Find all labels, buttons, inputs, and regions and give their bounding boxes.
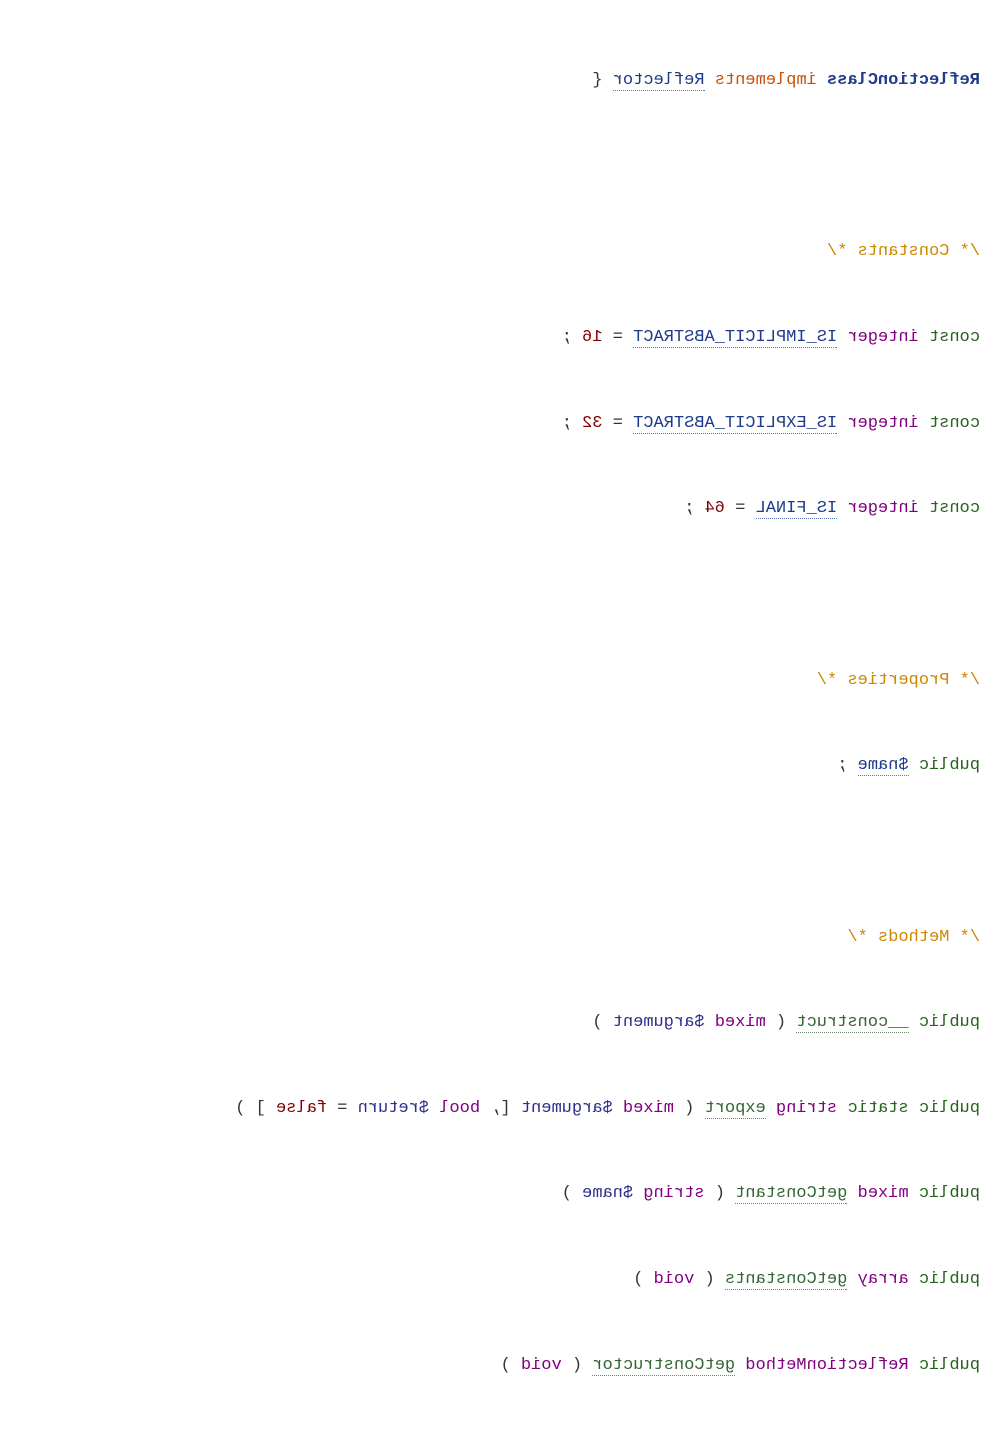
constant-line: const integer IS_FINAL = 64 ; bbox=[20, 495, 980, 524]
constant-link[interactable]: IS_IMPLICIT_ABSTRACT bbox=[633, 328, 837, 348]
methods-comment: /* Methods */ bbox=[20, 924, 980, 953]
properties-comment: /* Properties */ bbox=[20, 667, 980, 696]
interface-link[interactable]: Reflector bbox=[613, 71, 705, 91]
method-link[interactable]: getConstant bbox=[735, 1184, 847, 1204]
class-declaration-line: ReflectionClass implements Reflector { bbox=[20, 67, 980, 96]
keyword-implements: implements bbox=[715, 71, 817, 90]
method-link[interactable]: __construct bbox=[796, 1013, 908, 1033]
class-name: ReflectionClass bbox=[827, 71, 980, 90]
property-link[interactable]: $name bbox=[858, 756, 909, 776]
method-line: public static string export ( mixed $arg… bbox=[20, 1095, 980, 1124]
constant-line: const integer IS_EXPLICIT_ABSTRACT = 32 … bbox=[20, 410, 980, 439]
property-line: public $name ; bbox=[20, 752, 980, 781]
open-brace: { bbox=[592, 71, 602, 90]
constants-comment: /* Constants */ bbox=[20, 238, 980, 267]
method-link[interactable]: getConstants bbox=[725, 1270, 847, 1290]
constant-line: const integer IS_IMPLICIT_ABSTRACT = 16 … bbox=[20, 324, 980, 353]
method-link[interactable]: export bbox=[705, 1099, 766, 1119]
constant-link[interactable]: IS_FINAL bbox=[756, 499, 838, 519]
method-line: public ReflectionMethod getConstructor (… bbox=[20, 1352, 980, 1381]
method-line: public array getDefaultProperties ( void… bbox=[20, 1437, 980, 1442]
method-line: public array getConstants ( void ) bbox=[20, 1266, 980, 1295]
method-line: public __construct ( mixed $argument ) bbox=[20, 1009, 980, 1038]
constant-link[interactable]: IS_EXPLICIT_ABSTRACT bbox=[633, 414, 837, 434]
method-link[interactable]: getDefaultProperties bbox=[643, 1441, 847, 1442]
class-synopsis: ReflectionClass implements Reflector { /… bbox=[20, 10, 980, 1442]
method-line: public mixed getConstant ( string $name … bbox=[20, 1180, 980, 1209]
method-link[interactable]: getConstructor bbox=[592, 1356, 735, 1376]
